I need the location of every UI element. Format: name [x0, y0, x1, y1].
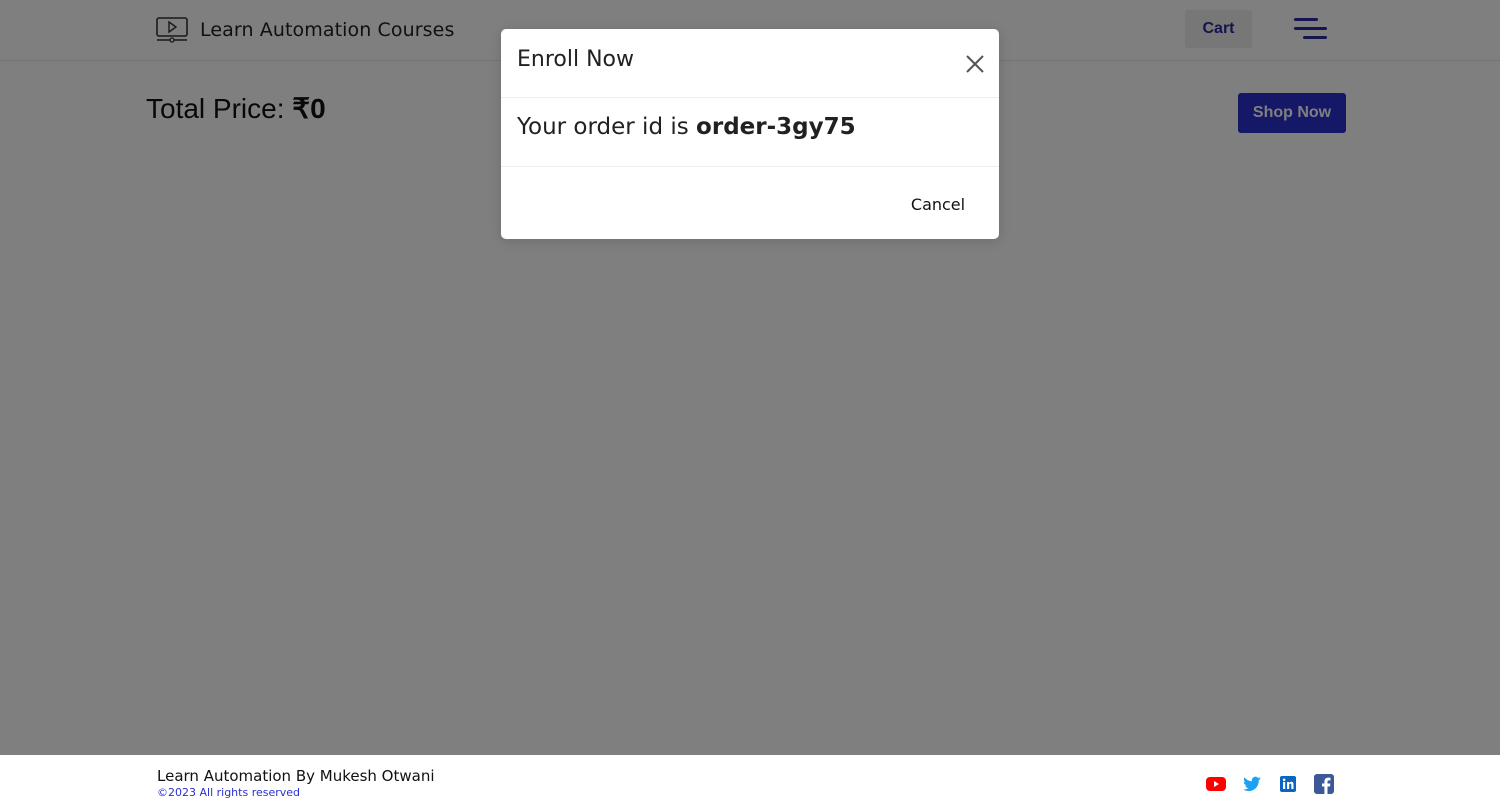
- footer-title: Learn Automation By Mukesh Otwani: [157, 767, 435, 785]
- order-id: order-3gy75: [696, 114, 856, 140]
- footer-copyright: ©2023 All rights reserved: [157, 786, 301, 799]
- youtube-icon[interactable]: [1206, 774, 1226, 794]
- close-icon[interactable]: [964, 53, 986, 75]
- order-message: Your order id is order-3gy75: [517, 114, 856, 140]
- modal-body: Your order id is order-3gy75: [501, 98, 999, 167]
- order-text-prefix: Your order id is: [517, 114, 689, 140]
- modal-title: Enroll Now: [517, 47, 634, 72]
- linkedin-icon[interactable]: [1280, 776, 1296, 792]
- modal-header: Enroll Now: [501, 29, 999, 98]
- cancel-button[interactable]: Cancel: [898, 192, 978, 216]
- facebook-icon[interactable]: [1314, 774, 1334, 794]
- footer: Learn Automation By Mukesh Otwani ©2023 …: [0, 755, 1500, 810]
- twitter-icon[interactable]: [1242, 774, 1262, 794]
